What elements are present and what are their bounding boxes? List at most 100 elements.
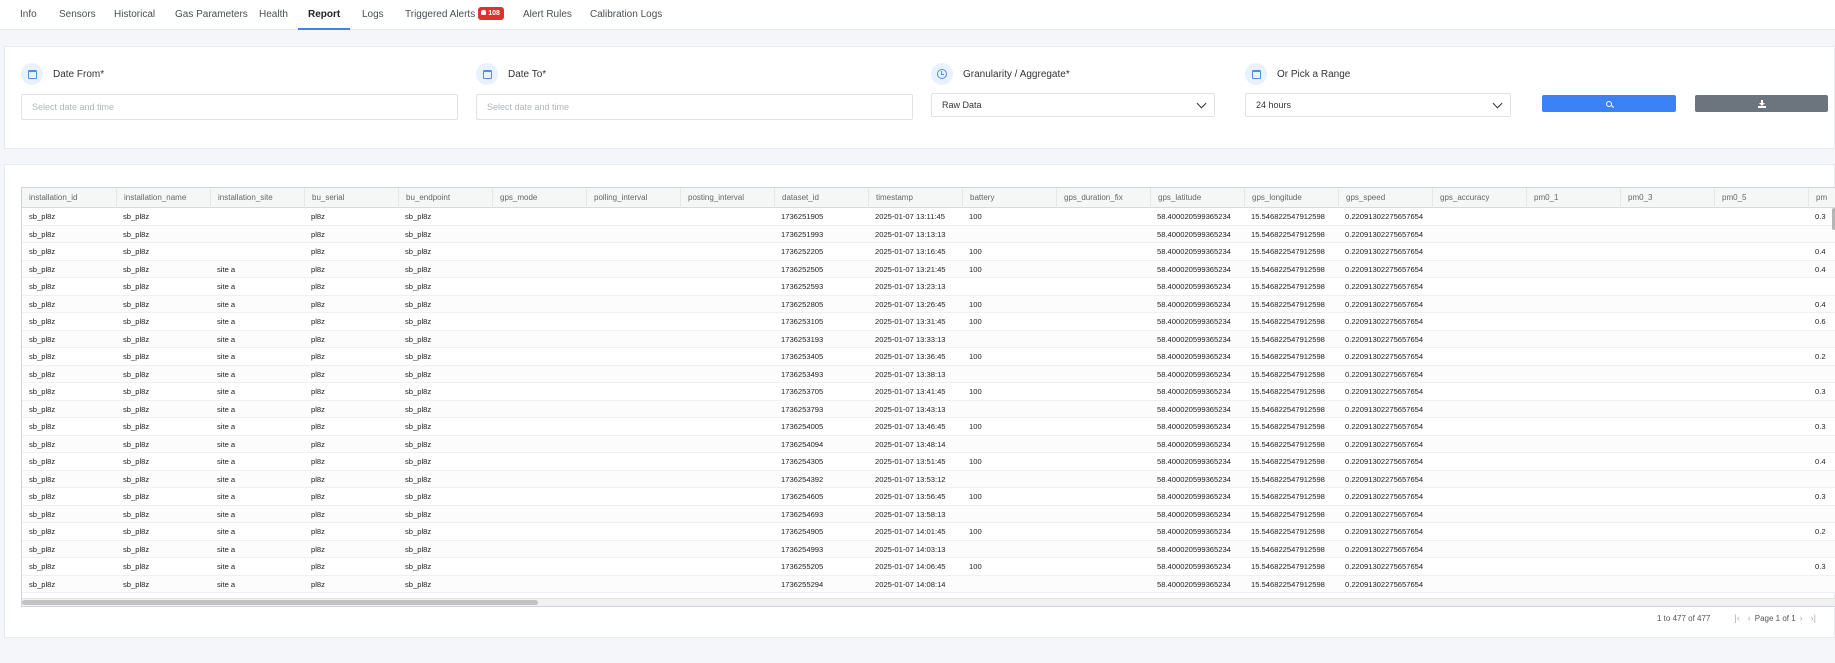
table-cell: sb_pl8z	[29, 264, 56, 274]
column-header[interactable]: timestamp	[868, 188, 962, 208]
table-row[interactable]: sb_pl8z sb_pl8z site a pl8z sb_pl8z 173625460…	[22, 488, 1835, 506]
table-cell	[492, 331, 586, 348]
tab-triggered-alerts[interactable]: Triggered Alerts 108	[395, 0, 514, 30]
tab-info[interactable]: Info	[10, 0, 47, 30]
table-row[interactable]: sb_pl8z sb_pl8z site a pl8z sb_pl8z 173625340…	[22, 348, 1835, 366]
table-cell: pl8z	[311, 439, 325, 449]
tab-sensors[interactable]: Sensors	[49, 0, 106, 30]
table-cell: sb_pl8z	[405, 352, 432, 361]
table-cell: site a	[217, 404, 236, 414]
column-header[interactable]: gps_longitude	[1244, 188, 1338, 208]
table-row[interactable]: sb_pl8z sb_pl8z site a pl8z sb_pl8z 173625400…	[22, 418, 1835, 436]
last-page-button[interactable]: ›|	[1811, 613, 1816, 623]
table-row[interactable]: sb_pl8z sb_pl8z pl8z sb_pl8z 1736252205 2025-…	[22, 243, 1835, 261]
table-cell	[1620, 208, 1714, 225]
table-cell: sb_pl8z	[29, 439, 56, 449]
table-cell	[586, 506, 680, 523]
prev-page-button[interactable]: ‹	[1748, 613, 1751, 623]
table-cell: sb_pl8z	[405, 264, 432, 274]
table-row[interactable]: sb_pl8z sb_pl8z site a pl8z sb_pl8z 173625280…	[22, 295, 1835, 313]
date-from-input[interactable]: Select date and time	[21, 94, 458, 120]
column-header[interactable]: gps_duration_fix	[1056, 188, 1150, 208]
table-cell: site a	[217, 317, 236, 326]
table-row[interactable]: sb_pl8z sb_pl8z site a pl8z sb_pl8z 173625310…	[22, 313, 1835, 331]
search-button[interactable]	[1542, 95, 1676, 112]
column-header[interactable]: battery	[962, 188, 1056, 208]
table-row[interactable]: sb_pl8z sb_pl8z site a pl8z sb_pl8z 173625490…	[22, 523, 1835, 541]
table-cell	[962, 366, 1056, 383]
table-cell: sb_pl8z	[405, 422, 432, 431]
tab-historical[interactable]: Historical	[104, 0, 165, 30]
column-header[interactable]: gps_accuracy	[1432, 188, 1526, 208]
table-row[interactable]: sb_pl8z sb_pl8z site a pl8z sb_pl8z 173625520…	[22, 558, 1835, 576]
table-cell: sb_pl8z	[29, 562, 56, 571]
column-header[interactable]: gps_latitude	[1150, 188, 1244, 208]
table-cell	[1620, 226, 1714, 243]
column-header[interactable]: pm0_1	[1526, 188, 1620, 208]
table-cell	[1808, 541, 1835, 558]
column-header[interactable]: installation_name	[116, 188, 210, 208]
horizontal-scrollbar[interactable]	[22, 598, 1835, 606]
table-row[interactable]: sb_pl8z sb_pl8z site a pl8z sb_pl8z 173625499…	[22, 540, 1835, 558]
column-header[interactable]: gps_mode	[492, 188, 586, 208]
table-cell: 2025-01-07 13:13:13	[875, 229, 946, 239]
column-header[interactable]: polling_interval	[586, 188, 680, 208]
table-cell: 100	[969, 527, 982, 536]
tab-calibration-logs[interactable]: Calibration Logs	[580, 0, 672, 30]
table-row[interactable]: sb_pl8z sb_pl8z site a pl8z sb_pl8z 173625430…	[22, 453, 1835, 471]
next-page-button[interactable]: ›	[1800, 613, 1803, 623]
table-cell: 1736254693	[781, 509, 824, 519]
column-header[interactable]: pm0_3	[1620, 188, 1714, 208]
table-row[interactable]: sb_pl8z sb_pl8z site a pl8z sb_pl8z 173625259…	[22, 278, 1835, 296]
range-select[interactable]: 24 hours	[1245, 93, 1511, 117]
tab-logs[interactable]: Logs	[352, 0, 394, 30]
column-header[interactable]: dataset_id	[774, 188, 868, 208]
table-row[interactable]: sb_pl8z sb_pl8z site a pl8z sb_pl8z 173625379…	[22, 400, 1835, 418]
granularity-label: Granularity / Aggregate*	[963, 68, 1070, 80]
table-cell	[586, 471, 680, 488]
table-cell: 1736254094	[781, 439, 824, 449]
column-header[interactable]: bu_endpoint	[398, 188, 492, 208]
first-page-button[interactable]: |‹	[1734, 613, 1739, 623]
table-row[interactable]: sb_pl8z sb_pl8z site a pl8z sb_pl8z 173625469…	[22, 505, 1835, 523]
table-row[interactable]: sb_pl8z sb_pl8z site a pl8z sb_pl8z 173625349…	[22, 365, 1835, 383]
table-row[interactable]: sb_pl8z sb_pl8z site a pl8z sb_pl8z 173625439…	[22, 470, 1835, 488]
table-cell	[586, 208, 680, 225]
table-cell: pl8z	[311, 264, 325, 274]
column-header[interactable]: posting_interval	[680, 188, 774, 208]
table-cell	[492, 243, 586, 260]
table-row[interactable]: sb_pl8z sb_pl8z site a pl8z sb_pl8z 173625250…	[22, 260, 1835, 278]
table-cell	[1056, 348, 1150, 365]
table-cell	[1432, 558, 1526, 575]
tab-gas-parameters[interactable]: Gas Parameters	[165, 0, 258, 30]
tab-health[interactable]: Health	[249, 0, 298, 30]
table-cell: pl8z	[311, 457, 325, 466]
table-cell: 100	[969, 317, 982, 326]
table-cell	[1056, 401, 1150, 418]
date-to-input[interactable]: Select date and time	[476, 94, 913, 120]
table-row[interactable]: sb_pl8z sb_pl8z site a pl8z sb_pl8z 173625319…	[22, 330, 1835, 348]
table-cell	[1714, 436, 1808, 453]
download-button[interactable]	[1695, 95, 1828, 112]
table-row[interactable]: sb_pl8z sb_pl8z site a pl8z sb_pl8z 173625370…	[22, 383, 1835, 401]
column-header[interactable]: installation_id	[22, 188, 116, 208]
column-header[interactable]: pm0_5	[1714, 188, 1808, 208]
tab-alert-rules[interactable]: Alert Rules	[513, 0, 582, 30]
horizontal-scroll-thumb[interactable]	[22, 600, 538, 605]
table-row[interactable]: sb_pl8z sb_pl8z pl8z sb_pl8z 1736251993 2025-…	[22, 225, 1835, 243]
column-header[interactable]: installation_site	[210, 188, 304, 208]
table-cell: 58.400020599365234	[1157, 264, 1231, 274]
table-cell	[1056, 436, 1150, 453]
column-header[interactable]: bu_serial	[304, 188, 398, 208]
table-cell	[1714, 418, 1808, 435]
column-header[interactable]: gps_speed	[1338, 188, 1432, 208]
column-header[interactable]: pm	[1808, 188, 1835, 208]
tab-report[interactable]: Report	[298, 0, 351, 30]
granularity-select[interactable]: Raw Data	[931, 93, 1215, 117]
table-row[interactable]: sb_pl8z sb_pl8z pl8z sb_pl8z 1736251905 2025-…	[22, 208, 1835, 226]
table-row[interactable]: sb_pl8z sb_pl8z site a pl8z sb_pl8z 173625409…	[22, 435, 1835, 453]
table-cell	[1714, 296, 1808, 313]
table-row[interactable]: sb_pl8z sb_pl8z site a pl8z sb_pl8z 173625529…	[22, 575, 1835, 593]
table-cell: 2025-01-07 13:38:13	[875, 369, 946, 379]
table-cell: sb_pl8z	[123, 492, 150, 501]
